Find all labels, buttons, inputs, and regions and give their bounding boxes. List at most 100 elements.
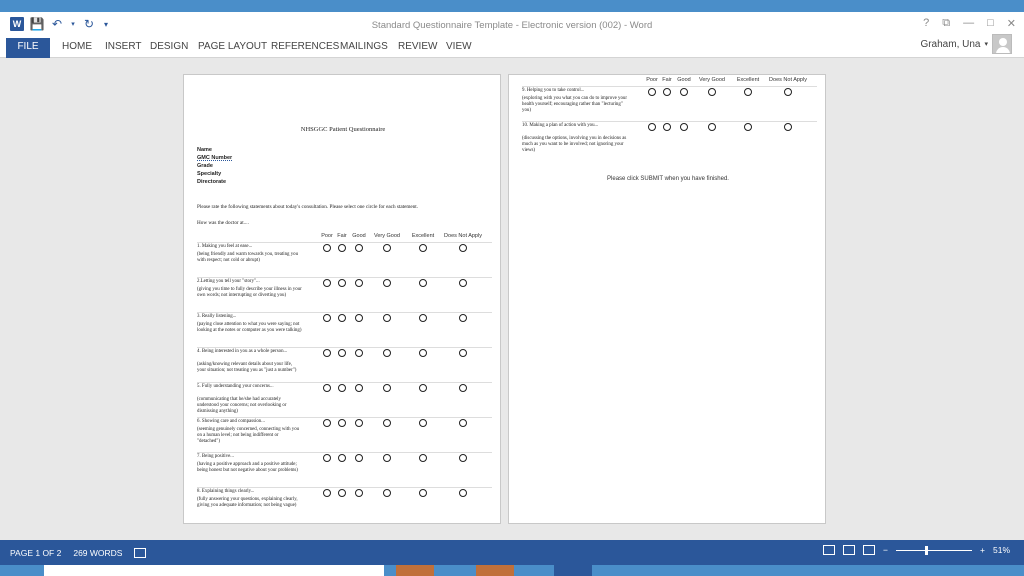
tab-file[interactable]: FILE bbox=[6, 38, 50, 58]
rating-radio-very-good[interactable] bbox=[383, 279, 391, 287]
rating-radio-very-good[interactable] bbox=[708, 88, 716, 96]
rating-radio-good[interactable] bbox=[355, 489, 363, 497]
tab-insert[interactable]: INSERT bbox=[105, 38, 142, 58]
rating-radio-does-not-apply[interactable] bbox=[459, 419, 467, 427]
rating-radio-good[interactable] bbox=[355, 384, 363, 392]
rating-radio-excellent[interactable] bbox=[744, 88, 752, 96]
question-title: 4. Being interested in you as a whole pe… bbox=[197, 349, 288, 354]
taskbar-item[interactable] bbox=[476, 565, 514, 576]
rating-radio-fair[interactable] bbox=[338, 489, 346, 497]
rating-radio-excellent[interactable] bbox=[419, 489, 427, 497]
rating-radio-very-good[interactable] bbox=[383, 454, 391, 462]
tab-page-layout[interactable]: PAGE LAYOUT bbox=[198, 38, 267, 58]
rating-radio-fair[interactable] bbox=[338, 349, 346, 357]
tab-review[interactable]: REVIEW bbox=[398, 38, 437, 58]
zoom-slider-thumb[interactable] bbox=[925, 545, 929, 555]
rating-radio-poor[interactable] bbox=[323, 454, 331, 462]
rating-radio-good[interactable] bbox=[355, 454, 363, 462]
rating-radio-good[interactable] bbox=[680, 123, 688, 131]
question-row: 9. Helping you to take control... (explor… bbox=[522, 86, 817, 121]
page-1[interactable]: NHSGGC Patient Questionnaire Name GMC Nu… bbox=[183, 74, 501, 524]
rating-radio-fair[interactable] bbox=[338, 419, 346, 427]
rating-radio-fair[interactable] bbox=[338, 384, 346, 392]
rating-radio-very-good[interactable] bbox=[383, 384, 391, 392]
zoom-level[interactable]: 51% bbox=[993, 545, 1010, 555]
tab-home[interactable]: HOME bbox=[62, 38, 92, 58]
rating-radio-does-not-apply[interactable] bbox=[784, 123, 792, 131]
tab-design[interactable]: DESIGN bbox=[150, 38, 188, 58]
rating-radio-very-good[interactable] bbox=[383, 244, 391, 252]
document-area[interactable]: NHSGGC Patient Questionnaire Name GMC Nu… bbox=[0, 59, 1024, 537]
column-header: Poor bbox=[321, 233, 333, 239]
maximize-icon[interactable]: □ bbox=[987, 17, 994, 30]
rating-radio-does-not-apply[interactable] bbox=[459, 384, 467, 392]
zoom-in-icon[interactable]: + bbox=[980, 545, 985, 555]
help-icon[interactable]: ? bbox=[923, 17, 929, 30]
rating-radio-poor[interactable] bbox=[323, 244, 331, 252]
rating-radio-very-good[interactable] bbox=[383, 489, 391, 497]
rating-radio-fair[interactable] bbox=[663, 88, 671, 96]
rating-radio-poor[interactable] bbox=[323, 279, 331, 287]
details-fields: Name GMC Number Grade Specialty Director… bbox=[197, 146, 232, 186]
page-2[interactable]: Poor Fair Good Very Good Excellent Does Not A… bbox=[508, 74, 826, 524]
zoom-slider[interactable] bbox=[896, 545, 973, 555]
rating-radio-good[interactable] bbox=[355, 314, 363, 322]
taskbar-item[interactable] bbox=[44, 565, 384, 576]
rating-radio-fair[interactable] bbox=[338, 454, 346, 462]
rating-radio-excellent[interactable] bbox=[419, 349, 427, 357]
rating-radio-good[interactable] bbox=[355, 419, 363, 427]
rating-radio-good[interactable] bbox=[355, 244, 363, 252]
taskbar-item[interactable] bbox=[396, 565, 434, 576]
rating-radio-excellent[interactable] bbox=[419, 244, 427, 252]
tab-mailings[interactable]: MAILINGS bbox=[340, 38, 388, 58]
rating-radio-poor[interactable] bbox=[323, 349, 331, 357]
rating-radio-poor[interactable] bbox=[648, 88, 656, 96]
tab-view[interactable]: VIEW bbox=[446, 38, 472, 58]
word-count[interactable]: 269 WORDS bbox=[73, 548, 122, 558]
rating-radio-good[interactable] bbox=[355, 349, 363, 357]
rating-radio-poor[interactable] bbox=[648, 123, 656, 131]
rating-radio-very-good[interactable] bbox=[383, 314, 391, 322]
field-gmc-number: GMC Number bbox=[197, 155, 233, 161]
print-layout-icon[interactable] bbox=[843, 545, 856, 555]
rating-radio-fair[interactable] bbox=[338, 279, 346, 287]
rating-radio-very-good[interactable] bbox=[383, 419, 391, 427]
rating-radio-poor[interactable] bbox=[323, 489, 331, 497]
web-layout-icon[interactable] bbox=[863, 545, 876, 555]
minimize-icon[interactable]: — bbox=[963, 17, 974, 30]
rating-radio-excellent[interactable] bbox=[419, 279, 427, 287]
rating-radio-excellent[interactable] bbox=[419, 314, 427, 322]
rating-radio-excellent[interactable] bbox=[419, 384, 427, 392]
close-icon[interactable]: ✕ bbox=[1007, 17, 1016, 30]
rating-radio-does-not-apply[interactable] bbox=[784, 88, 792, 96]
rating-radio-poor[interactable] bbox=[323, 419, 331, 427]
rating-radio-does-not-apply[interactable] bbox=[459, 349, 467, 357]
rating-radio-very-good[interactable] bbox=[708, 123, 716, 131]
rating-radio-very-good[interactable] bbox=[383, 349, 391, 357]
rating-radio-excellent[interactable] bbox=[744, 123, 752, 131]
rating-radio-fair[interactable] bbox=[338, 314, 346, 322]
rating-radio-poor[interactable] bbox=[323, 384, 331, 392]
user-account[interactable]: Graham, Una ▾ bbox=[920, 34, 1012, 54]
rating-radio-excellent[interactable] bbox=[419, 454, 427, 462]
taskbar-item[interactable] bbox=[554, 565, 592, 576]
proofing-icon[interactable] bbox=[134, 548, 147, 558]
zoom-out-icon[interactable]: − bbox=[883, 545, 888, 555]
rating-radio-does-not-apply[interactable] bbox=[459, 314, 467, 322]
rating-radio-does-not-apply[interactable] bbox=[459, 279, 467, 287]
question-detail: (exploring with you what you can do to i… bbox=[522, 96, 627, 113]
rating-radio-poor[interactable] bbox=[323, 314, 331, 322]
read-mode-icon[interactable] bbox=[823, 545, 836, 555]
rating-radio-does-not-apply[interactable] bbox=[459, 454, 467, 462]
rating-radio-fair[interactable] bbox=[663, 123, 671, 131]
page-count[interactable]: PAGE 1 OF 2 bbox=[10, 548, 61, 558]
rating-radio-good[interactable] bbox=[355, 279, 363, 287]
rating-radio-excellent[interactable] bbox=[419, 419, 427, 427]
question-row: 10. Making a plan of action with you... (… bbox=[522, 121, 817, 156]
ribbon-display-options-icon[interactable]: ⧉ bbox=[942, 17, 950, 30]
tab-references[interactable]: REFERENCES bbox=[271, 38, 339, 58]
rating-radio-fair[interactable] bbox=[338, 244, 346, 252]
rating-radio-does-not-apply[interactable] bbox=[459, 244, 467, 252]
rating-radio-does-not-apply[interactable] bbox=[459, 489, 467, 497]
rating-radio-good[interactable] bbox=[680, 88, 688, 96]
